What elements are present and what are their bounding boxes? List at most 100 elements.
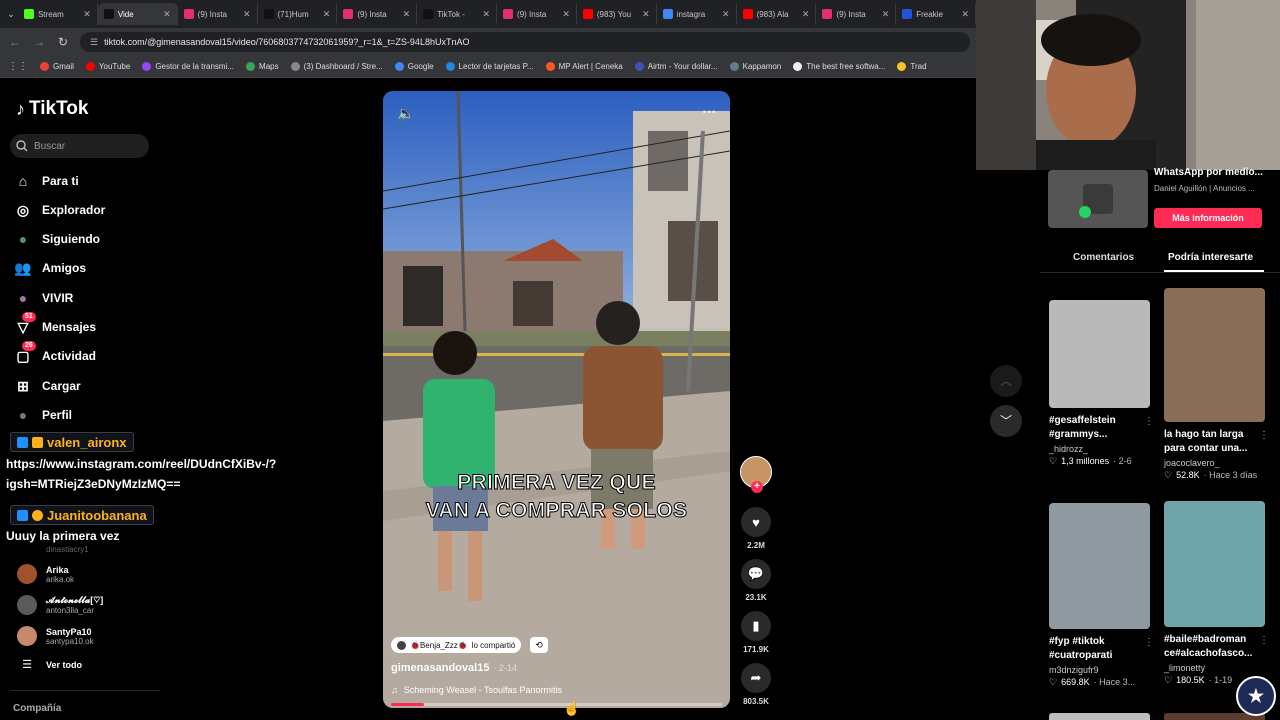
mute-icon[interactable]: 🔈 xyxy=(397,105,414,122)
bookmark-item[interactable]: Google xyxy=(394,62,434,71)
more-options-icon[interactable]: ⋯ xyxy=(702,103,716,120)
tab-suggestions[interactable]: Podría interesarte xyxy=(1168,252,1253,263)
share-arrow-icon: ➦ xyxy=(741,663,771,693)
account-name: SantyPa10 xyxy=(46,626,92,637)
close-tab-icon[interactable]: ✕ xyxy=(163,9,171,20)
sidebar-item-para-ti[interactable]: ⌂ Para ti xyxy=(14,171,79,191)
browser-tab-strip: ⌄ Stream ✕ Vide ✕ (9) Insta ✕ (71)Hum ✕ (9) Inst… xyxy=(0,0,977,28)
forward-icon[interactable]: → xyxy=(32,35,46,49)
sidebar-item-siguiendo[interactable]: ● Siguiendo xyxy=(14,229,100,249)
tab-title: Freakie xyxy=(916,9,943,19)
ad-thumbnail[interactable] xyxy=(1048,170,1148,228)
browser-tab[interactable]: (9) Insta ✕ xyxy=(497,3,577,25)
repost-icon[interactable]: ⟲ xyxy=(530,637,548,653)
search-input[interactable]: Buscar xyxy=(10,134,149,158)
like-button[interactable]: ♥ 2.2M xyxy=(740,507,772,550)
back-icon[interactable]: ← xyxy=(8,35,22,49)
video-music-row[interactable]: ♫ Scheming Weasel - Tsoulfas Panormitis xyxy=(391,685,562,695)
more-options-icon[interactable]: ⋮ xyxy=(1259,430,1269,441)
following-account[interactable]: SantyPa10 santypa10.ok xyxy=(17,626,94,646)
browser-tab[interactable]: Stream ✕ xyxy=(18,3,98,25)
close-tab-icon[interactable]: ✕ xyxy=(642,9,650,20)
tab-favicon-icon xyxy=(103,9,114,19)
recommended-video-card[interactable]: #fyp #tiktok #cuatroparati m3dnzigufr9 ♡ 66… xyxy=(1049,503,1154,688)
sidebar-item-mensajes[interactable]: ▽ 51 Mensajes xyxy=(14,312,96,337)
close-tab-icon[interactable]: ✕ xyxy=(482,9,490,20)
close-tab-icon[interactable]: ✕ xyxy=(403,9,411,20)
bookmark-item[interactable]: Gestor de la transmi... xyxy=(142,62,234,71)
recommended-video-card[interactable]: #gesaffelstein #grammys... _hidrozz_ ♡ 1,3 … xyxy=(1049,300,1154,467)
video-player[interactable]: 🔈 ⋯ PRIMERA VEZ QUE VAN A COMPRAR SOLOS … xyxy=(383,91,730,708)
tab-comments[interactable]: Comentarios xyxy=(1073,252,1134,263)
bookmark-item[interactable]: Gmail xyxy=(40,62,74,71)
more-options-icon[interactable]: ⋮ xyxy=(1144,637,1154,648)
recommended-video-card[interactable]: #baile#badroman ce#alcachofasco... _limon… xyxy=(1164,501,1269,686)
apps-grid-icon[interactable]: ⋮⋮ xyxy=(8,61,28,72)
sidebar-item-actividad[interactable]: ▢ 26 Actividad xyxy=(14,341,96,366)
ad-cta-button[interactable]: Más información xyxy=(1154,208,1262,228)
video-progress-bar[interactable] xyxy=(391,703,722,706)
video-thumbnail xyxy=(1164,288,1265,422)
bookmark-item[interactable]: MP Alert | Ceneka xyxy=(545,62,623,71)
ad-title[interactable]: WhatsApp por medio... xyxy=(1154,167,1263,178)
sidebar-item-perfil[interactable]: ● Perfil xyxy=(14,405,72,425)
close-tab-icon[interactable]: ✕ xyxy=(802,9,810,20)
see-all-link[interactable]: ☰ Ver todo xyxy=(17,658,82,671)
previous-video-button[interactable]: ︿ xyxy=(990,365,1022,397)
browser-tab[interactable]: Vide ✕ xyxy=(97,3,178,25)
close-tab-icon[interactable]: ✕ xyxy=(882,9,890,20)
close-tab-icon[interactable]: ✕ xyxy=(83,9,91,20)
close-tab-icon[interactable]: ✕ xyxy=(243,9,251,20)
sidebar-item-vivir[interactable]: ● VIVIR xyxy=(14,288,74,308)
bookmark-item[interactable]: Airtm - Your dollar... xyxy=(634,62,718,71)
reload-icon[interactable]: ↻ xyxy=(56,35,70,49)
sidebar-item-cargar[interactable]: ⊞ Cargar xyxy=(14,376,81,396)
browser-tab[interactable]: (9) Insta ✕ xyxy=(178,3,258,25)
video-author: joacoclavero_ xyxy=(1164,458,1220,468)
browser-tab[interactable]: (983) You ✕ xyxy=(577,3,657,25)
browser-tab[interactable]: TikTok - ✕ xyxy=(417,3,498,25)
following-account[interactable]: Arika arika.ok xyxy=(17,564,74,584)
browser-tab[interactable]: (71)Hum ✕ xyxy=(258,3,338,25)
repost-pill[interactable]: 🐞Benja_Zzz🐞 lo compartió xyxy=(391,637,522,653)
bookmark-item[interactable]: Lector de tarjetas P... xyxy=(445,62,534,71)
more-options-icon[interactable]: ⋮ xyxy=(1259,635,1269,646)
sidebar-item-explorador[interactable]: ◎ Explorador xyxy=(14,200,105,220)
tiktok-logo[interactable]: ♪ TikTok xyxy=(16,98,88,120)
close-tab-icon[interactable]: ✕ xyxy=(962,9,970,20)
bookmark-item[interactable]: Kappamon xyxy=(729,62,781,71)
tab-search-icon[interactable]: ⌄ xyxy=(4,9,18,20)
save-button[interactable]: ▮ 171.9K xyxy=(740,611,772,654)
bookmark-item[interactable]: The best free softwa... xyxy=(793,62,885,71)
next-recommendation-thumb xyxy=(1049,713,1150,720)
next-video-button[interactable]: ﹀ xyxy=(990,405,1022,437)
sidebar-item-amigos[interactable]: 👥 Amigos xyxy=(14,258,86,278)
bookmark-item[interactable]: YouTube xyxy=(85,62,130,71)
site-info-icon[interactable]: ☰ xyxy=(90,37,98,48)
sidebar-item-label: Explorador xyxy=(42,203,106,217)
browser-tab[interactable]: Freakie ✕ xyxy=(896,3,977,25)
video-title: #baile#badroman ce#alcachofasco... xyxy=(1164,634,1253,659)
more-options-icon[interactable]: ⋮ xyxy=(1144,416,1154,427)
browser-tab[interactable]: (983) Ala ✕ xyxy=(737,3,817,25)
comment-button[interactable]: 💬 23.1K xyxy=(740,559,772,602)
browser-tab[interactable]: (9) Insta ✕ xyxy=(816,3,897,25)
recommended-video-card[interactable]: la hago tan larga para contar una... joac… xyxy=(1164,288,1269,481)
url-field[interactable]: ☰ tiktok.com/@gimenasandoval15/video/760… xyxy=(80,32,970,52)
share-button[interactable]: ➦ 803.5K xyxy=(740,663,772,706)
bookmark-favicon-icon xyxy=(793,62,803,71)
following-account[interactable]: 𝓐𝓷𝓽𝓸𝓷𝓮𝓵𝓵𝓪[♡] anton3lla_car xyxy=(17,595,103,615)
video-author[interactable]: gimenasandoval15 xyxy=(391,662,489,674)
follow-plus-icon[interactable]: + xyxy=(751,481,763,493)
bookmark-item[interactable]: Maps xyxy=(246,62,279,71)
bookmark-item[interactable]: Trad xyxy=(897,62,927,71)
browser-tab[interactable]: (9) Insta ✕ xyxy=(337,3,418,25)
bookmark-item[interactable]: (3) Dashboard / Stre... xyxy=(290,62,383,71)
browser-tab[interactable]: instagra ✕ xyxy=(657,3,737,25)
close-tab-icon[interactable]: ✕ xyxy=(323,9,331,20)
footer-link-company[interactable]: Compañía xyxy=(13,703,61,714)
close-tab-icon[interactable]: ✕ xyxy=(562,9,570,20)
close-tab-icon[interactable]: ✕ xyxy=(722,9,730,20)
bookmark-favicon-icon xyxy=(40,62,49,71)
heart-outline-icon: ♡ xyxy=(1164,675,1173,685)
